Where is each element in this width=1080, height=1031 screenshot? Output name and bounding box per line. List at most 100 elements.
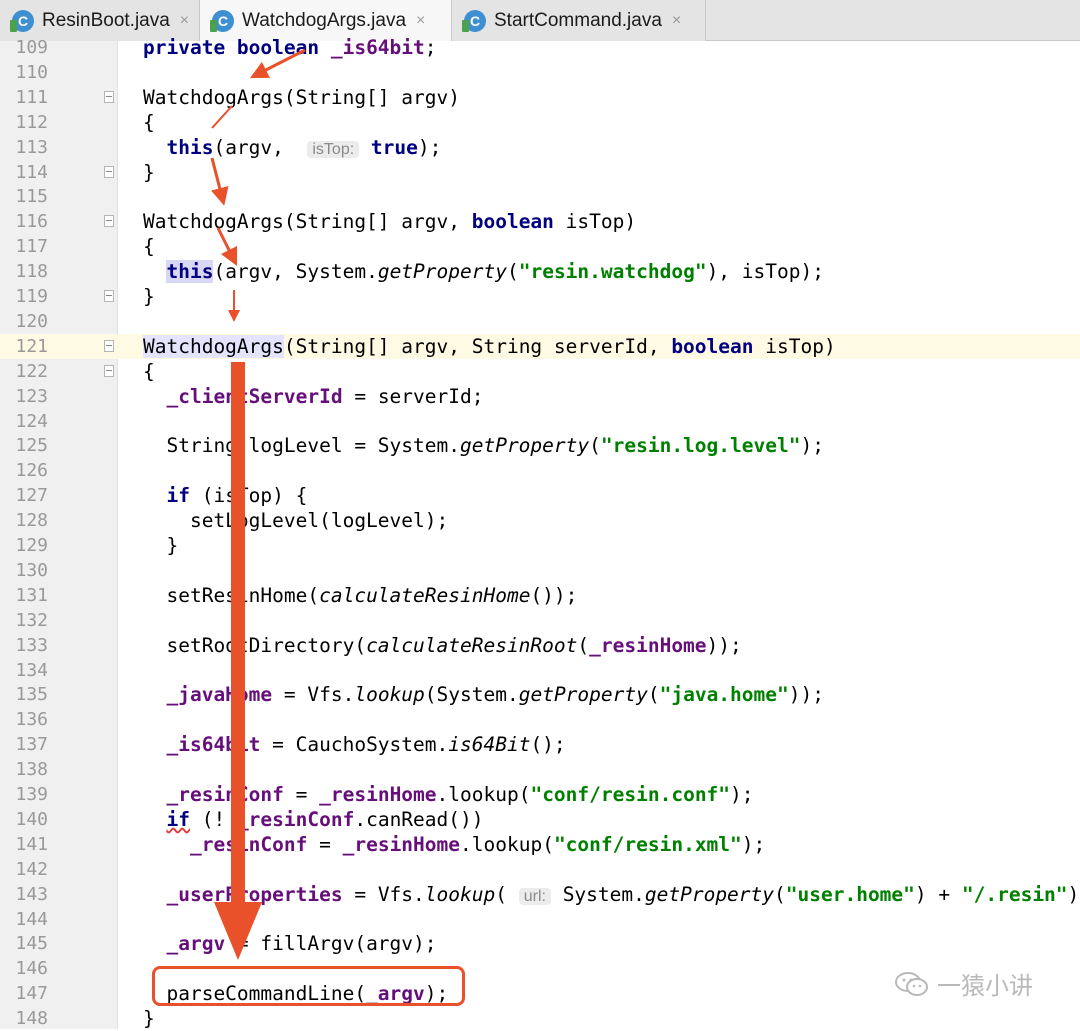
code-token: calculateResinHome (319, 583, 531, 607)
line-number: 117 (15, 236, 48, 258)
code-line[interactable]: 140 if (! _resinConf.canRead()) (0, 807, 1080, 832)
code-text: { (143, 110, 155, 135)
code-token: WatchdogArgs(String[] argv) (143, 85, 460, 109)
line-number: 115 (15, 186, 48, 208)
code-line[interactable]: 117 { (0, 234, 1080, 259)
code-token: = Vfs. (342, 882, 425, 906)
code-line[interactable]: 114} (0, 160, 1080, 185)
code-token: _resinHome (319, 783, 437, 806)
code-line[interactable]: 125 String logLevel = System.getProperty… (0, 433, 1080, 458)
code-token: "user.home" (785, 882, 915, 906)
code-line[interactable]: 145 _argv = fillArgv(argv); (0, 931, 1080, 956)
code-line[interactable]: 133 setRootDirectory(calculateResinRoot(… (0, 633, 1080, 658)
code-token: getProperty (644, 882, 775, 906)
parameter-hint: url: (518, 887, 551, 905)
code-line[interactable]: 141 _resinConf = _resinHome.lookup("conf… (0, 832, 1080, 857)
code-line[interactable]: 110 (0, 60, 1080, 85)
code-line[interactable]: 111 WatchdogArgs(String[] argv) (0, 85, 1080, 110)
close-icon[interactable]: × (180, 12, 189, 30)
line-number: 138 (15, 759, 48, 781)
fold-marker-icon[interactable] (104, 90, 114, 103)
line-number: 122 (15, 360, 48, 382)
line-number: 121 (15, 335, 48, 357)
code-text: } (143, 160, 155, 185)
code-token: boolean (471, 210, 554, 234)
code-token: _is64bit (166, 733, 261, 757)
code-token: (! (189, 807, 237, 831)
line-number: 120 (15, 310, 48, 332)
code-line[interactable]: 144 (0, 907, 1080, 932)
fold-marker-icon[interactable] (104, 165, 114, 178)
line-number: 132 (15, 609, 48, 631)
code-token: _javaHome (166, 683, 273, 707)
code-token: .canRead()) (354, 807, 484, 831)
code-line[interactable]: 122 { (0, 359, 1080, 384)
code-line[interactable]: 123 _clientServerId = serverId; (0, 384, 1080, 409)
code-line[interactable]: 118 this(argv, System.getProperty("resin… (0, 259, 1080, 284)
code-text: WatchdogArgs(String[] argv) (143, 85, 460, 110)
code-line[interactable]: 129 } (0, 533, 1080, 558)
code-token: (isTop) { (189, 484, 308, 508)
code-text: setRootDirectory(calculateResinRoot(_res… (143, 633, 742, 658)
code-token: )); (706, 633, 742, 657)
code-line[interactable]: 148} (0, 1006, 1080, 1031)
code-line[interactable]: 135 _javaHome = Vfs.lookup(System.getPro… (0, 682, 1080, 707)
code-token: setRootDirectory( (143, 633, 367, 657)
fold-marker-icon[interactable] (104, 364, 114, 377)
code-line[interactable]: 132 (0, 608, 1080, 633)
close-icon[interactable]: × (672, 12, 681, 30)
code-token: if (166, 807, 190, 831)
code-line[interactable]: 127 if (isTop) { (0, 483, 1080, 508)
code-line[interactable]: 112 { (0, 110, 1080, 135)
code-line[interactable]: 143 _userProperties = Vfs.lookup( url: S… (0, 882, 1080, 907)
code-token: ( (577, 633, 590, 657)
line-number: 147 (15, 983, 48, 1005)
code-text: _argv = fillArgv(argv); (143, 931, 436, 956)
code-line[interactable]: 136 (0, 707, 1080, 732)
close-icon[interactable]: × (416, 12, 425, 30)
code-line[interactable]: 115 (0, 184, 1080, 209)
code-token: (System. (424, 683, 519, 707)
code-token: "conf/resin.xml" (553, 832, 742, 856)
code-line[interactable]: 121 WatchdogArgs(String[] argv, String se… (0, 333, 1080, 359)
code-token: )); (788, 683, 824, 707)
code-editor[interactable]: 109 private boolean _is64bit; 110 111 Watch… (0, 36, 1080, 1031)
code-line[interactable]: 119} (0, 284, 1080, 309)
java-class-icon: C (210, 9, 234, 32)
code-line[interactable]: 138 (0, 757, 1080, 782)
code-line[interactable]: 128 setLogLevel(logLevel); (0, 508, 1080, 533)
code-token: calculateResinRoot (366, 633, 578, 657)
code-line[interactable]: 116 WatchdogArgs(String[] argv, boolean i… (0, 209, 1080, 234)
fold-marker-icon[interactable] (104, 339, 114, 352)
code-line[interactable]: 139 _resinConf = _resinHome.lookup("conf… (0, 782, 1080, 807)
code-line[interactable]: 120 (0, 309, 1080, 334)
fold-marker-icon[interactable] (104, 215, 114, 228)
code-line[interactable]: 130 (0, 558, 1080, 583)
code-line[interactable]: 113 this(argv, isTop: true); (0, 135, 1080, 160)
java-class-icon: C (10, 9, 34, 32)
code-token: } (143, 1007, 155, 1031)
code-text: WatchdogArgs(String[] argv, String serve… (143, 334, 836, 359)
code-line[interactable]: 126 (0, 458, 1080, 483)
code-text: _is64bit = CauchoSystem.is64Bit(); (143, 732, 565, 757)
code-token: (argv, (213, 135, 308, 159)
code-token: _resinHome (589, 633, 707, 657)
code-line[interactable]: 142 (0, 857, 1080, 882)
code-token: = Vfs. (272, 683, 355, 707)
code-text: _userProperties = Vfs.lookup( url: Syste… (143, 882, 1080, 909)
line-number: 119 (15, 286, 48, 307)
code-token: ) + (914, 882, 962, 906)
code-line[interactable]: 134 (0, 658, 1080, 683)
code-text: this(argv, System.getProperty("resin.wat… (143, 259, 824, 284)
code-line[interactable]: 109 private boolean _is64bit; (0, 35, 1080, 60)
code-line[interactable]: 137 _is64bit = CauchoSystem.is64Bit(); (0, 732, 1080, 757)
code-line[interactable]: 124 (0, 409, 1080, 434)
fold-marker-icon[interactable] (104, 290, 114, 302)
code-line[interactable]: 131 setResinHome(calculateResinHome()); (0, 583, 1080, 608)
watermark: 一猿小讲 (895, 966, 1033, 1001)
code-text: setResinHome(calculateResinHome()); (143, 583, 577, 608)
